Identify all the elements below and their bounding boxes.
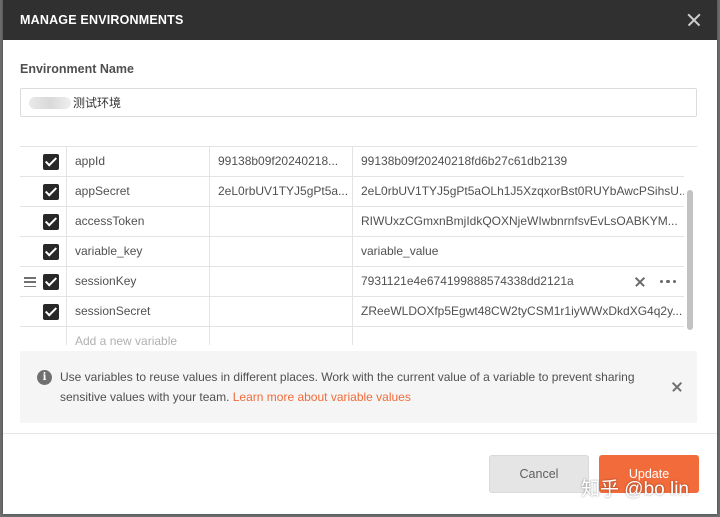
new-variable-input[interactable]: Add a new variable — [66, 327, 209, 345]
manage-environments-modal: MANAGE ENVIRONMENTS Environment Name 测试环… — [3, 0, 717, 514]
initial-value-cell[interactable] — [209, 237, 352, 266]
more-options-icon[interactable] — [659, 279, 676, 284]
row-checkbox[interactable] — [43, 244, 59, 260]
row-checkbox[interactable] — [43, 214, 59, 230]
initial-value-cell[interactable]: 2eL0rbUV1TYJ5gPt5a... — [209, 177, 352, 206]
initial-value-cell[interactable] — [209, 267, 352, 296]
variable-key-cell[interactable]: variable_key — [66, 237, 209, 266]
initial-value-cell[interactable] — [209, 207, 352, 236]
current-value-cell[interactable]: 99138b09f20240218fd6b27c61db2139 — [352, 147, 684, 176]
close-icon[interactable] — [671, 381, 683, 393]
learn-more-link[interactable]: Learn more about variable values — [233, 390, 411, 404]
environment-name-input[interactable]: 测试环境 — [20, 88, 697, 117]
drag-handle-icon[interactable] — [24, 277, 36, 287]
blurred-text — [29, 97, 71, 109]
current-value-cell[interactable]: 2eL0rbUV1TYJ5gPt5aOLh1J5XzqxorBst0RUYbAw… — [352, 177, 684, 206]
cancel-button[interactable]: Cancel — [489, 455, 589, 493]
table-row: accessToken RIWUxzCGmxnBmjIdkQOXNjeWIwbn… — [20, 207, 684, 237]
table-row: variable_key variable_value — [20, 237, 684, 267]
row-checkbox[interactable] — [43, 184, 59, 200]
current-value-cell[interactable]: RIWUxzCGmxnBmjIdkQOXNjeWIwbnrnfsvEvLsOAB… — [352, 207, 684, 236]
row-actions — [634, 267, 676, 296]
environment-name-value: 测试环境 — [73, 96, 122, 110]
table-row: appId 99138b09f20240218... 99138b09f2024… — [20, 147, 684, 177]
watermark: 知乎 @bo lin — [581, 479, 689, 500]
variable-key-cell[interactable]: sessionKey — [66, 267, 209, 296]
delete-icon[interactable] — [634, 276, 646, 288]
info-icon: i — [37, 370, 52, 385]
new-current-value-cell[interactable] — [352, 327, 684, 345]
modal-title: MANAGE ENVIRONMENTS — [20, 13, 184, 27]
scrollbar-thumb[interactable] — [687, 190, 693, 330]
new-initial-value-cell[interactable] — [209, 327, 352, 345]
current-value-cell[interactable]: ZReeWLDOXfp5Egwt48CW2tyCSM1r1iyWWxDkdXG4… — [352, 297, 684, 326]
row-checkbox[interactable] — [43, 154, 59, 170]
info-banner: i Use variables to reuse values in diffe… — [20, 351, 697, 423]
current-value-cell[interactable]: variable_value — [352, 237, 684, 266]
environment-name-label: Environment Name — [20, 62, 134, 76]
new-variable-row: Add a new variable — [20, 327, 684, 345]
row-checkbox[interactable] — [43, 304, 59, 320]
variable-key-cell[interactable]: appId — [66, 147, 209, 176]
table-row: appSecret 2eL0rbUV1TYJ5gPt5a... 2eL0rbUV… — [20, 177, 684, 207]
variable-key-cell[interactable]: appSecret — [66, 177, 209, 206]
initial-value-cell[interactable] — [209, 297, 352, 326]
modal-header: MANAGE ENVIRONMENTS — [3, 0, 717, 40]
initial-value-cell[interactable]: 99138b09f20240218... — [209, 147, 352, 176]
table-row-hovered: sessionKey 7931121e4e674199888574338dd21… — [20, 267, 684, 297]
table-row: sessionSecret ZReeWLDOXfp5Egwt48CW2tyCSM… — [20, 297, 684, 327]
footer-divider — [3, 433, 717, 434]
variable-key-cell[interactable]: accessToken — [66, 207, 209, 236]
row-checkbox[interactable] — [43, 274, 59, 290]
close-icon[interactable] — [683, 9, 705, 31]
scrollbar[interactable] — [686, 146, 694, 344]
variable-key-cell[interactable]: sessionSecret — [66, 297, 209, 326]
variables-table: appId 99138b09f20240218... 99138b09f2024… — [20, 146, 697, 345]
